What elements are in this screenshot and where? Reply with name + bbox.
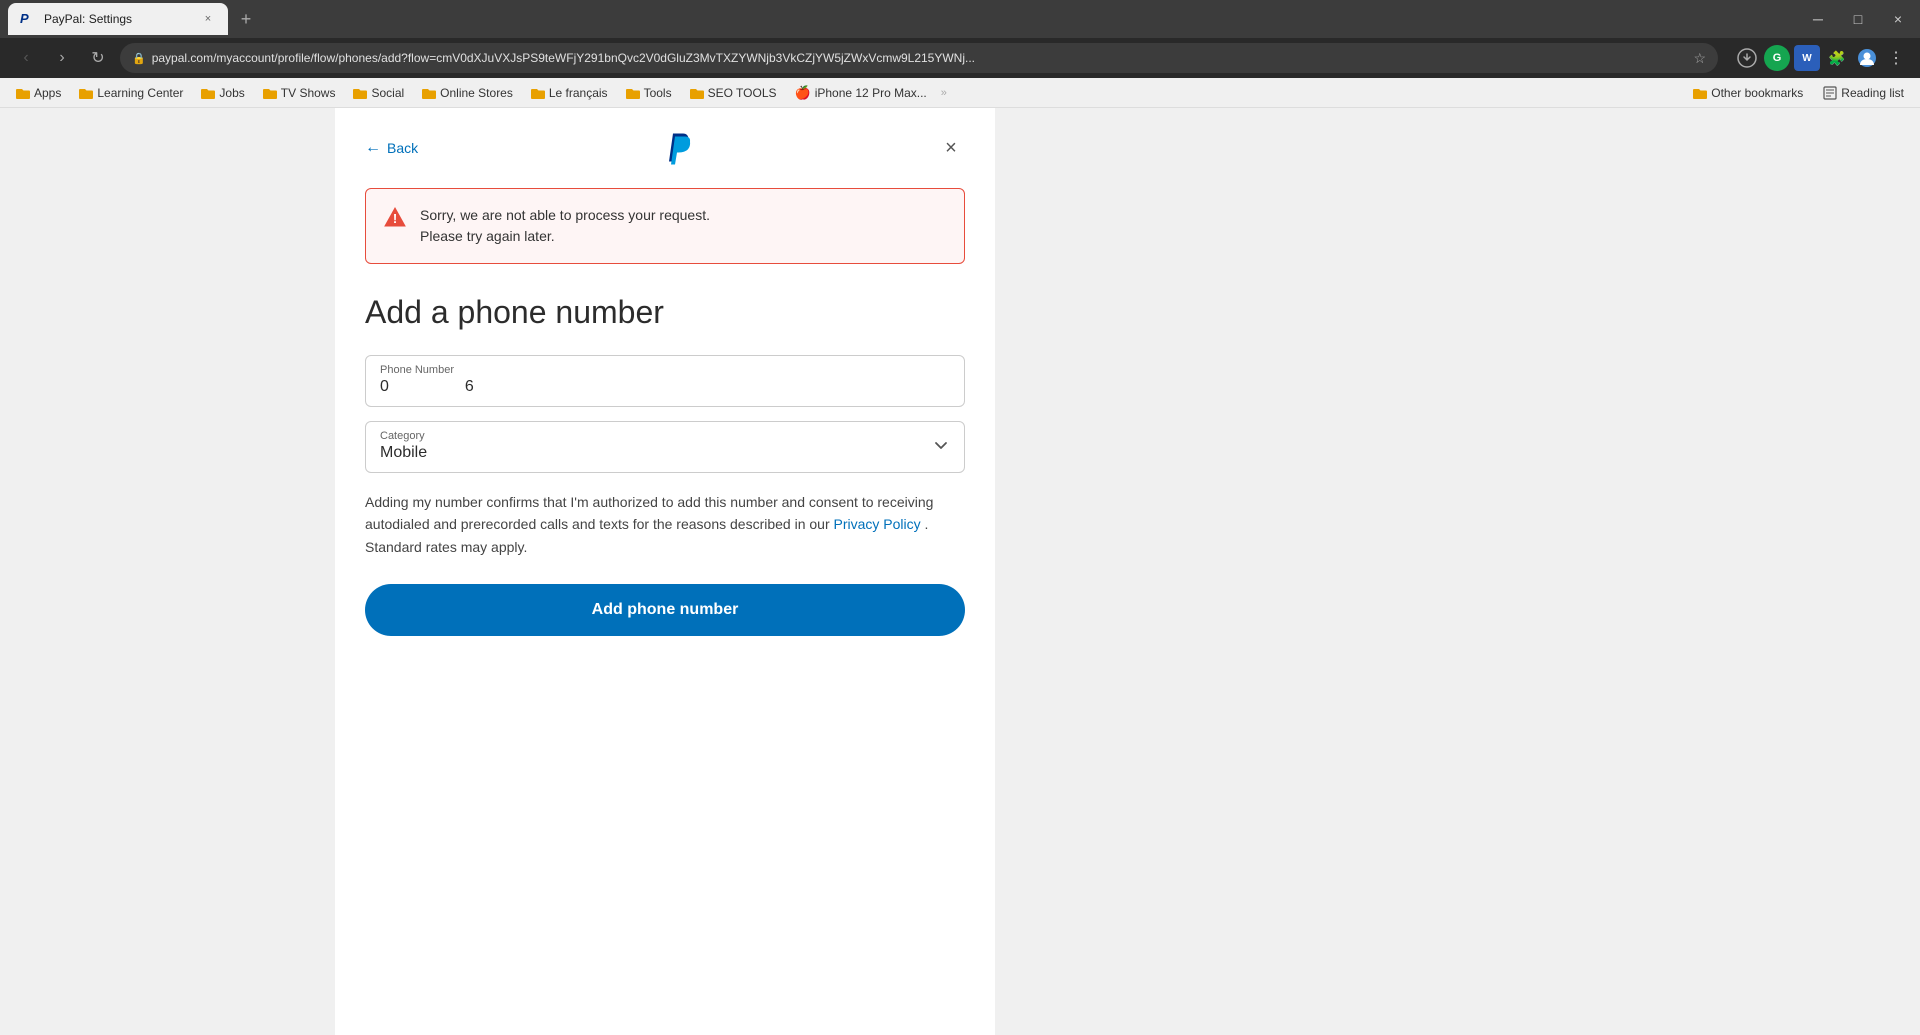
add-phone-button[interactable]: Add phone number bbox=[365, 584, 965, 636]
bookmark-jobs-label: Jobs bbox=[219, 86, 244, 100]
url-text: paypal.com/myaccount/profile/flow/phones… bbox=[152, 51, 1688, 65]
other-bookmarks-area: Other bookmarks Reading list bbox=[1685, 84, 1912, 102]
tab-favicon: P bbox=[20, 11, 36, 27]
back-label: Back bbox=[387, 140, 418, 156]
bookmark-other[interactable]: Other bookmarks bbox=[1685, 84, 1811, 102]
tab-bar: P PayPal: Settings × + ─ □ × bbox=[0, 0, 1920, 38]
form-area: Add a phone number Phone Number 0 6 bbox=[335, 274, 995, 656]
bookmark-online-stores[interactable]: Online Stores bbox=[414, 84, 521, 102]
browser-menu-btn[interactable]: ⋮ bbox=[1884, 44, 1908, 72]
word-ext-icon[interactable]: W bbox=[1794, 45, 1820, 71]
reload-btn[interactable]: ↻ bbox=[84, 44, 112, 72]
bookmark-learning[interactable]: Learning Center bbox=[71, 84, 191, 102]
bookmark-french-label: Le français bbox=[549, 86, 608, 100]
bookmark-tools[interactable]: Tools bbox=[618, 84, 680, 102]
paypal-logo bbox=[658, 128, 698, 168]
address-bar: ‹ › ↻ 🔒 paypal.com/myaccount/profile/flo… bbox=[0, 38, 1920, 78]
bookmark-tvshows[interactable]: TV Shows bbox=[255, 84, 344, 102]
download-icon[interactable] bbox=[1734, 45, 1760, 71]
page-wrapper: ← Back × ! bbox=[0, 108, 1920, 1035]
page-content: ← Back × ! bbox=[0, 108, 1920, 1035]
reading-list-label: Reading list bbox=[1841, 86, 1904, 100]
grammarly-ext-icon[interactable]: G bbox=[1764, 45, 1790, 71]
phone-prefix: 0 bbox=[380, 378, 389, 396]
new-tab-btn[interactable]: + bbox=[232, 5, 260, 33]
svg-text:!: ! bbox=[393, 211, 397, 226]
url-bar[interactable]: 🔒 paypal.com/myaccount/profile/flow/phon… bbox=[120, 43, 1718, 73]
category-group: Category Mobile bbox=[365, 421, 965, 473]
phone-number-group: Phone Number 0 6 bbox=[365, 355, 965, 407]
phone-number-label: Phone Number bbox=[380, 364, 950, 376]
reading-list-item[interactable]: Reading list bbox=[1815, 84, 1912, 102]
bookmark-star-icon[interactable]: ☆ bbox=[1693, 50, 1706, 67]
category-label: Category bbox=[380, 430, 932, 442]
error-line2: Please try again later. bbox=[420, 228, 555, 244]
form-title: Add a phone number bbox=[365, 294, 965, 331]
bookmark-tvshows-label: TV Shows bbox=[281, 86, 336, 100]
puzzle-ext-icon[interactable]: 🧩 bbox=[1824, 45, 1850, 71]
extension-icons: G W 🧩 ⋮ bbox=[1734, 44, 1908, 72]
bookmarks-overflow[interactable]: » bbox=[937, 87, 951, 99]
forward-nav-btn[interactable]: › bbox=[48, 44, 76, 72]
modal-container: ← Back × ! bbox=[335, 108, 995, 1035]
error-banner: ! Sorry, we are not able to process your… bbox=[365, 188, 965, 264]
bookmark-learning-label: Learning Center bbox=[97, 86, 183, 100]
close-btn[interactable]: × bbox=[937, 134, 965, 162]
bookmark-apps[interactable]: Apps bbox=[8, 84, 69, 102]
bookmarks-bar: Apps Learning Center Jobs TV Shows Socia… bbox=[0, 78, 1920, 108]
error-line1: Sorry, we are not able to process your r… bbox=[420, 207, 710, 223]
bookmark-other-label: Other bookmarks bbox=[1711, 86, 1803, 100]
back-nav-btn[interactable]: ‹ bbox=[12, 44, 40, 72]
minimize-btn[interactable]: ─ bbox=[1804, 5, 1832, 33]
bookmark-social[interactable]: Social bbox=[345, 84, 412, 102]
bookmark-french[interactable]: Le français bbox=[523, 84, 616, 102]
category-value: Mobile bbox=[380, 444, 932, 462]
bookmark-seo-label: SEO TOOLS bbox=[708, 86, 777, 100]
bookmark-apps-label: Apps bbox=[34, 86, 61, 100]
back-link[interactable]: ← Back bbox=[365, 139, 418, 157]
bookmark-seo[interactable]: SEO TOOLS bbox=[682, 84, 785, 102]
profile-icon[interactable] bbox=[1854, 45, 1880, 71]
legal-text: Adding my number confirms that I'm autho… bbox=[365, 491, 965, 558]
back-arrow-icon: ← bbox=[365, 139, 381, 157]
tab-close-btn[interactable]: × bbox=[200, 11, 216, 27]
error-triangle-icon: ! bbox=[384, 206, 406, 234]
active-tab[interactable]: P PayPal: Settings × bbox=[8, 3, 228, 35]
chevron-down-icon bbox=[932, 436, 950, 457]
maximize-btn[interactable]: □ bbox=[1844, 5, 1872, 33]
phone-number-field[interactable]: Phone Number 0 6 bbox=[365, 355, 965, 407]
lock-icon: 🔒 bbox=[132, 52, 146, 65]
phone-number-value[interactable]: 0 6 bbox=[380, 378, 950, 396]
close-window-btn[interactable]: × bbox=[1884, 5, 1912, 33]
category-select[interactable]: Category Mobile bbox=[365, 421, 965, 473]
window-controls: ─ □ × bbox=[1804, 5, 1912, 33]
bookmark-apple[interactable]: 🍎 iPhone 12 Pro Max... bbox=[787, 83, 935, 103]
tab-title: PayPal: Settings bbox=[44, 12, 192, 26]
modal-header: ← Back × bbox=[335, 108, 995, 178]
privacy-policy-link[interactable]: Privacy Policy bbox=[834, 516, 921, 532]
left-panel bbox=[0, 108, 335, 1035]
bookmark-tools-label: Tools bbox=[644, 86, 672, 100]
category-content: Category Mobile bbox=[380, 430, 932, 462]
bookmark-apple-label: iPhone 12 Pro Max... bbox=[815, 86, 927, 100]
right-panel bbox=[995, 108, 1920, 1035]
bookmark-social-label: Social bbox=[371, 86, 404, 100]
bookmark-online-stores-label: Online Stores bbox=[440, 86, 513, 100]
bookmark-jobs[interactable]: Jobs bbox=[193, 84, 252, 102]
phone-suffix: 6 bbox=[465, 378, 474, 396]
error-message: Sorry, we are not able to process your r… bbox=[420, 205, 710, 247]
